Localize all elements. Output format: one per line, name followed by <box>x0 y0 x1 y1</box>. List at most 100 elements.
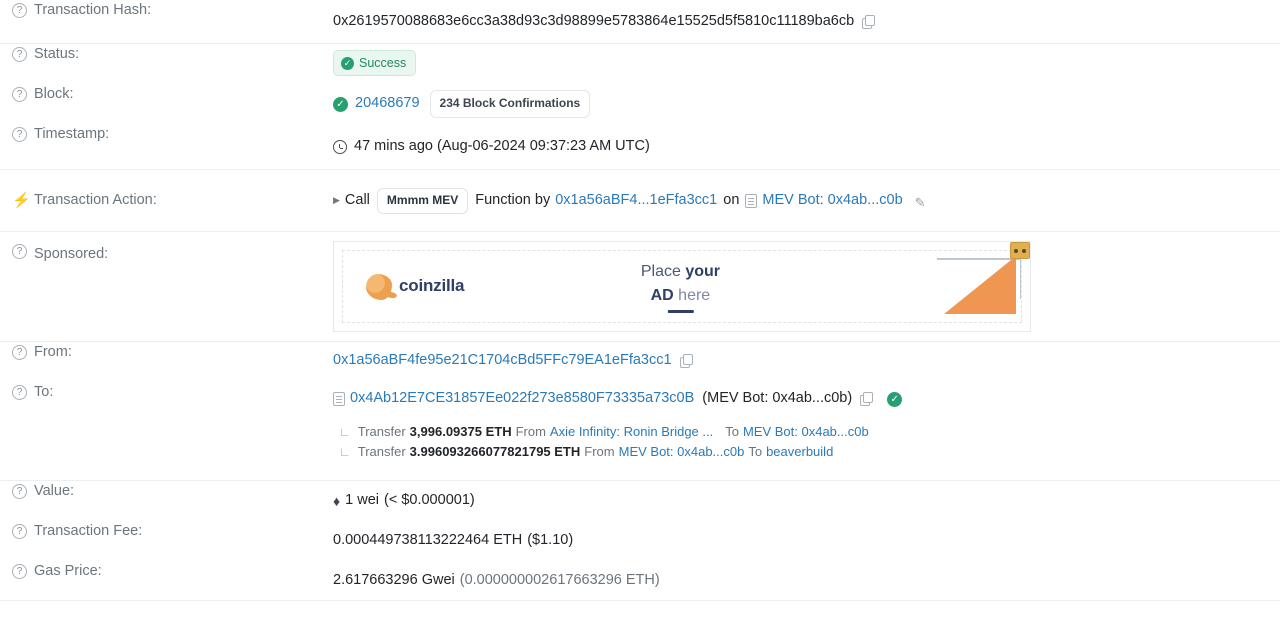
from-address-link[interactable]: 0x1a56aBF4fe95e21C1704cBd5FFc79EA1eFfa3c… <box>333 350 672 371</box>
transfer-to-word: To <box>725 424 739 439</box>
value-transaction-hash: 0x2619570088683e6cc3a38d93c3d98899e57838… <box>333 0 1274 44</box>
transfer-amount: 3,996.09375 ETH <box>409 424 512 439</box>
status-badge: ✓ Success <box>333 49 417 77</box>
contract-link[interactable]: MEV Bot: 0x4ab...c0b <box>762 190 902 211</box>
help-icon[interactable]: ? <box>12 483 27 499</box>
ad-headline-line2: AD here <box>641 284 720 307</box>
ethereum-icon: ♦ <box>333 492 341 509</box>
copy-icon[interactable] <box>679 354 693 368</box>
ad-underline <box>667 309 694 313</box>
help-icon[interactable]: ? <box>12 244 27 259</box>
block-confirmations-chip: 234 Block Confirmations <box>429 90 591 118</box>
label-gas-price: ? Gas Price: <box>6 561 333 581</box>
coinzilla-logo: coinzilla <box>366 273 465 300</box>
row-transaction-action: ⚡ Transaction Action: ▶ Call Mmmm MEV Fu… <box>0 170 1280 232</box>
transfer-from-word: From <box>584 444 615 460</box>
copy-icon[interactable] <box>862 15 876 29</box>
transfer-from-link[interactable]: Axie Infinity: Ronin Bridge ... <box>550 422 713 442</box>
help-icon[interactable]: ? <box>12 126 27 142</box>
value-status: ✓ Success <box>333 44 1274 82</box>
check-circle-icon: ✓ <box>341 56 354 70</box>
row-block: ? Block: ✓ 20468679 234 Block Confirmati… <box>0 84 1280 124</box>
sponsored-label: Sponsored: <box>34 246 109 262</box>
timestamp-label: Timestamp: <box>34 126 110 142</box>
block-label: Block: <box>34 86 74 102</box>
block-finalized-icon: ✓ <box>333 96 348 112</box>
label-value: ? Value: <box>6 481 333 501</box>
help-icon[interactable]: ? <box>12 384 27 400</box>
status-text: Success <box>359 55 407 70</box>
on-word: on <box>723 192 740 209</box>
value-timestamp: 47 mins ago (Aug-06-2024 09:37:23 AM UTC… <box>333 124 1274 170</box>
ad-text-your: your <box>685 263 720 281</box>
gas-price-amount: 2.617663296 Gwei <box>333 572 455 589</box>
transaction-fee-label: Transaction Fee: <box>34 523 143 539</box>
internal-transfers-list: ∟ Transfer 3,996.09375 ETH From Axie Inf… <box>333 422 1274 462</box>
label-from: ? From: <box>6 342 333 362</box>
list-item: ∟ Transfer 3,996.09375 ETH From Axie Inf… <box>339 422 1274 442</box>
help-icon[interactable]: ? <box>12 344 27 360</box>
copy-icon[interactable] <box>860 392 874 406</box>
label-sponsored: ? Sponsored: <box>6 241 333 264</box>
contract-icon <box>333 392 345 406</box>
coinzilla-mascot-icon <box>366 273 392 300</box>
label-timestamp: ? Timestamp: <box>6 124 333 144</box>
transaction-hash-label: Transaction Hash: <box>34 2 152 18</box>
row-from: ? From: 0x1a56aBF4fe95e21C1704cBd5FFc79E… <box>0 342 1280 382</box>
value-value: ♦ 1 wei (< $0.000001) <box>333 481 1274 521</box>
value-transaction-fee: 0.000449738113222464 ETH ($1.10) <box>333 521 1274 561</box>
function-name-chip: Mmmm MEV <box>376 188 469 214</box>
transfer-prefix: Transfer <box>357 444 406 460</box>
sponsored-ad-banner[interactable]: coinzilla Place your AD here <box>333 241 1031 332</box>
help-icon[interactable]: ? <box>12 563 27 579</box>
tree-corner-icon: ∟ <box>339 444 351 459</box>
value-gas-price: 2.617663296 Gwei (0.000000002617663296 E… <box>333 561 1274 601</box>
value-block: ✓ 20468679 234 Block Confirmations <box>333 84 1274 124</box>
transaction-details-page: ? Transaction Hash: 0x2619570088683e6cc3… <box>0 0 1280 641</box>
label-transaction-fee: ? Transaction Fee: <box>6 521 333 541</box>
ad-headline-line1: Place your <box>641 260 720 283</box>
gas-price-eth: (0.000000002617663296 ETH) <box>459 572 660 589</box>
help-icon[interactable]: ? <box>12 86 27 102</box>
list-item: ∟ Transfer 3.996093266077821795 ETH From… <box>339 442 1274 462</box>
contract-icon <box>745 194 758 208</box>
to-address-tag: (MEV Bot: 0x4ab...c0b) <box>702 390 853 407</box>
tree-corner-icon: ∟ <box>339 424 351 439</box>
coinzilla-brand-text: coinzilla <box>399 276 465 296</box>
transfer-from-link[interactable]: MEV Bot: 0x4ab...c0b <box>619 442 745 462</box>
value-from: 0x1a56aBF4fe95e21C1704cBd5FFc79EA1eFfa3c… <box>333 342 1274 380</box>
to-label: To: <box>34 384 54 400</box>
clock-icon <box>333 140 347 154</box>
transaction-fee-fiat: ($1.10) <box>527 532 574 549</box>
transfer-prefix: Transfer <box>357 424 406 439</box>
value-to: 0x4Ab12E7CE31857Ee022f273e8580F73335a73c… <box>333 382 1274 416</box>
row-transaction-fee: ? Transaction Fee: 0.000449738113222464 … <box>0 521 1280 561</box>
transaction-hash-value: 0x2619570088683e6cc3a38d93c3d98899e57838… <box>333 13 855 30</box>
expand-caret-icon[interactable]: ▶ <box>333 194 340 207</box>
help-icon[interactable]: ? <box>12 523 27 539</box>
help-icon[interactable]: ? <box>12 2 27 18</box>
label-status: ? Status: <box>6 44 333 64</box>
caller-address-link[interactable]: 0x1a56aBF4...1eFfa3cc1 <box>555 190 717 211</box>
value-amount: 1 wei <box>345 492 380 509</box>
value-sponsored: coinzilla Place your AD here <box>333 241 1274 332</box>
timestamp-value: 47 mins ago (Aug-06-2024 09:37:23 AM UTC… <box>354 138 650 155</box>
to-address-link[interactable]: 0x4Ab12E7CE31857Ee022f273e8580F73335a73c… <box>350 388 694 409</box>
row-internal-transfers: ∟ Transfer 3,996.09375 ETH From Axie Inf… <box>0 422 1280 481</box>
transaction-fee-amount: 0.000449738113222464 ETH <box>333 532 523 549</box>
help-icon[interactable]: ? <box>12 46 27 62</box>
block-number-link[interactable]: 20468679 <box>355 93 420 114</box>
row-sponsored: ? Sponsored: coinzilla Place your AD her… <box>0 232 1280 342</box>
row-to: ? To: 0x4Ab12E7CE31857Ee022f273e8580F733… <box>0 382 1280 422</box>
transfer-to-link[interactable]: MEV Bot: 0x4ab...c0b <box>743 422 869 442</box>
ad-text-ad: AD <box>650 286 674 304</box>
edit-pencil-icon[interactable]: ✎ <box>915 194 929 210</box>
function-by-text: Function by <box>475 192 551 209</box>
transfer-to-link[interactable]: beaverbuild <box>766 442 833 462</box>
transfer-from-word: From <box>515 424 546 439</box>
ad-lamp-pole <box>1019 259 1021 299</box>
from-label: From: <box>34 344 72 360</box>
transfer-amount: 3.996093266077821795 ETH <box>409 444 581 460</box>
label-to: ? To: <box>6 382 333 402</box>
row-timestamp: ? Timestamp: 47 mins ago (Aug-06-2024 09… <box>0 124 1280 170</box>
